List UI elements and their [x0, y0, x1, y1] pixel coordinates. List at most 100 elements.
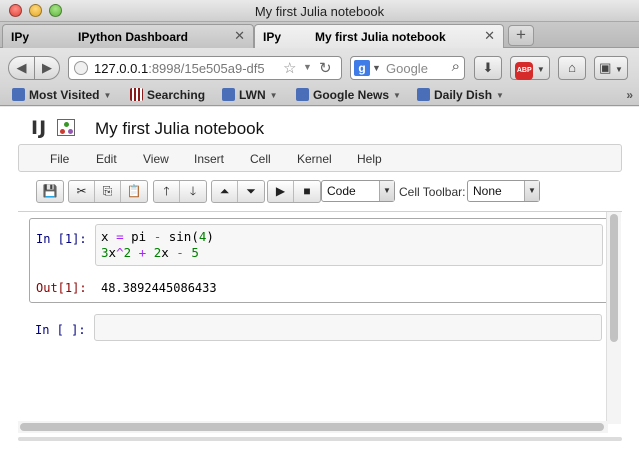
- reload-icon[interactable]: ↻: [319, 59, 332, 77]
- menu-help[interactable]: Help: [357, 152, 382, 166]
- horizontal-scroll-thumb[interactable]: [20, 423, 604, 431]
- insert-cell-below-button[interactable]: ⏷: [238, 181, 264, 202]
- tab-julia-notebook[interactable]: IPy My first Julia notebook ✕: [254, 24, 504, 49]
- circle-arrow-up-icon: ⏶: [219, 184, 230, 198]
- paste-cell-button[interactable]: 📋: [121, 181, 147, 202]
- bookmark-label: Searching: [147, 88, 206, 102]
- menu-view[interactable]: View: [143, 152, 169, 166]
- new-tab-button[interactable]: +: [508, 25, 534, 46]
- vertical-scrollbar[interactable]: [606, 212, 621, 424]
- cell-type-value: Code: [327, 184, 356, 198]
- play-icon: ▶: [275, 184, 286, 198]
- save-icon: 💾: [42, 184, 58, 198]
- cell-type-select[interactable]: Code ▼: [321, 180, 395, 202]
- menu-cell[interactable]: Cell: [250, 152, 271, 166]
- stop-icon: ■: [303, 184, 311, 198]
- forward-button[interactable]: ▶: [34, 56, 60, 80]
- home-icon: ⌂: [568, 60, 576, 75]
- history-dropdown-icon[interactable]: ▼: [303, 62, 312, 72]
- chevron-down-icon: ▼: [379, 181, 394, 201]
- download-arrow-icon: ⬇: [482, 60, 494, 75]
- run-group: ▶ ■: [267, 180, 321, 203]
- back-button[interactable]: ◀: [8, 56, 35, 80]
- tab-ipython-dashboard[interactable]: IPy IPython Dashboard ✕: [2, 24, 254, 48]
- url-bar[interactable]: 127.0.0.1:8998/15e505a9-df5 ☆ ▼ ↻: [68, 56, 342, 80]
- move-cell-up-button[interactable]: 🡑: [154, 181, 180, 202]
- toolbar-icon: ▣: [599, 60, 612, 75]
- copy-icon: ⎘: [102, 184, 113, 198]
- search-input[interactable]: Google: [386, 61, 428, 76]
- interrupt-kernel-button[interactable]: ■: [294, 181, 320, 202]
- notebook-toolbar: 💾 ✂ ⎘ 📋 🡑 🡓 ⏶ ⏷ ▶ ■ Code ▼ Cell Toolbar:…: [0, 177, 639, 207]
- bookmark-label: Most Visited: [29, 88, 100, 102]
- ipython-favicon-icon: IPy: [11, 30, 30, 44]
- search-bar[interactable]: g ▼ Google ⌕: [350, 56, 465, 80]
- url-input[interactable]: 127.0.0.1:8998/15e505a9-df5: [94, 61, 279, 76]
- page-bottom-edge: [18, 437, 622, 441]
- bookmark-most-visited[interactable]: Most Visited ▼: [12, 88, 111, 102]
- ijulia-logo[interactable]: IJ: [31, 117, 47, 139]
- rss-icon: [296, 88, 309, 101]
- google-engine-icon[interactable]: g: [354, 60, 370, 76]
- bookmark-lwn[interactable]: LWN ▼: [222, 88, 278, 102]
- horizontal-scrollbar[interactable]: [18, 421, 608, 433]
- move-cell-down-button[interactable]: 🡓: [180, 181, 206, 202]
- notebook-title[interactable]: My first Julia notebook: [95, 119, 264, 139]
- run-cell-button[interactable]: ▶: [268, 181, 294, 202]
- downloads-button[interactable]: ⬇: [474, 56, 502, 80]
- menu-edit[interactable]: Edit: [96, 152, 117, 166]
- insert-group: ⏶ ⏷: [211, 180, 265, 203]
- menu-file[interactable]: File: [50, 152, 69, 166]
- site-identity-icon[interactable]: [74, 61, 88, 75]
- edit-group: ✂ ⎘ 📋: [68, 180, 148, 203]
- chevron-down-icon: ▼: [524, 181, 539, 201]
- search-icon[interactable]: ⌕: [452, 58, 460, 75]
- code-cell-1[interactable]: In [1]: x = pi - sin(4) 3x^2 + 2x - 5 Ou…: [29, 218, 609, 303]
- chevron-down-icon: ▼: [103, 91, 112, 100]
- chevron-down-icon: ▼: [269, 91, 278, 100]
- bookmark-label: Google News: [313, 88, 390, 102]
- close-tab-icon[interactable]: ✕: [234, 28, 245, 44]
- input-prompt: In [1]:: [36, 232, 87, 246]
- engine-dropdown-icon[interactable]: ▼: [372, 63, 381, 73]
- cell-toolbar-value: None: [473, 184, 502, 198]
- chevron-down-icon: ▼: [536, 65, 545, 74]
- code-editor[interactable]: x = pi - sin(4) 3x^2 + 2x - 5: [95, 224, 603, 266]
- folder-icon: [12, 88, 25, 101]
- empty-code-editor[interactable]: [94, 314, 602, 341]
- bookmark-searching[interactable]: Searching: [130, 88, 205, 102]
- bookmarks-overflow-button[interactable]: »: [626, 88, 633, 102]
- save-button[interactable]: 💾: [37, 181, 63, 202]
- menu-insert[interactable]: Insert: [194, 152, 224, 166]
- menu-kernel[interactable]: Kernel: [297, 152, 332, 166]
- bookmark-label: LWN: [239, 88, 266, 102]
- julia-dots-icon: [57, 119, 75, 136]
- close-tab-icon[interactable]: ✕: [484, 28, 495, 44]
- home-button[interactable]: ⌂: [558, 56, 586, 80]
- bookmarks-toolbar: Most Visited ▼ Searching LWN ▼ Google News…: [0, 86, 639, 106]
- bookmark-daily-dish[interactable]: Daily Dish ▼: [417, 88, 504, 102]
- cell-output: 48.3892445086433: [101, 281, 217, 295]
- rss-icon: [222, 88, 235, 101]
- toolbar-menu-button[interactable]: ▣ ▼: [594, 56, 628, 80]
- paste-icon: 📋: [126, 184, 142, 198]
- bookmark-label: Daily Dish: [434, 88, 493, 102]
- window-titlebar: My first Julia notebook: [0, 0, 639, 22]
- cell-toolbar-select[interactable]: None ▼: [467, 180, 540, 202]
- notebook-menubar: File Edit View Insert Cell Kernel Help: [18, 144, 622, 172]
- move-group: 🡑 🡓: [153, 180, 207, 203]
- arrow-up-icon: 🡑: [163, 184, 170, 198]
- adblock-plus-button[interactable]: ABP ▼: [510, 56, 550, 80]
- bookmark-google-news[interactable]: Google News ▼: [296, 88, 401, 102]
- cut-cell-button[interactable]: ✂: [69, 181, 95, 202]
- copy-cell-button[interactable]: ⎘: [95, 181, 121, 202]
- navigation-toolbar: ◀ ▶ 127.0.0.1:8998/15e505a9-df5 ☆ ▼ ↻ g …: [0, 48, 639, 86]
- bookmark-star-icon[interactable]: ☆: [283, 59, 296, 77]
- save-group: 💾: [36, 180, 64, 203]
- window-title: My first Julia notebook: [254, 4, 385, 19]
- url-path: :8998/15e505a9-df5: [148, 61, 265, 76]
- insert-cell-above-button[interactable]: ⏶: [212, 181, 238, 202]
- notebook-header: IJ My first Julia notebook: [0, 107, 639, 145]
- adblock-plus-icon: ABP: [515, 62, 534, 80]
- vertical-scroll-thumb[interactable]: [610, 214, 618, 342]
